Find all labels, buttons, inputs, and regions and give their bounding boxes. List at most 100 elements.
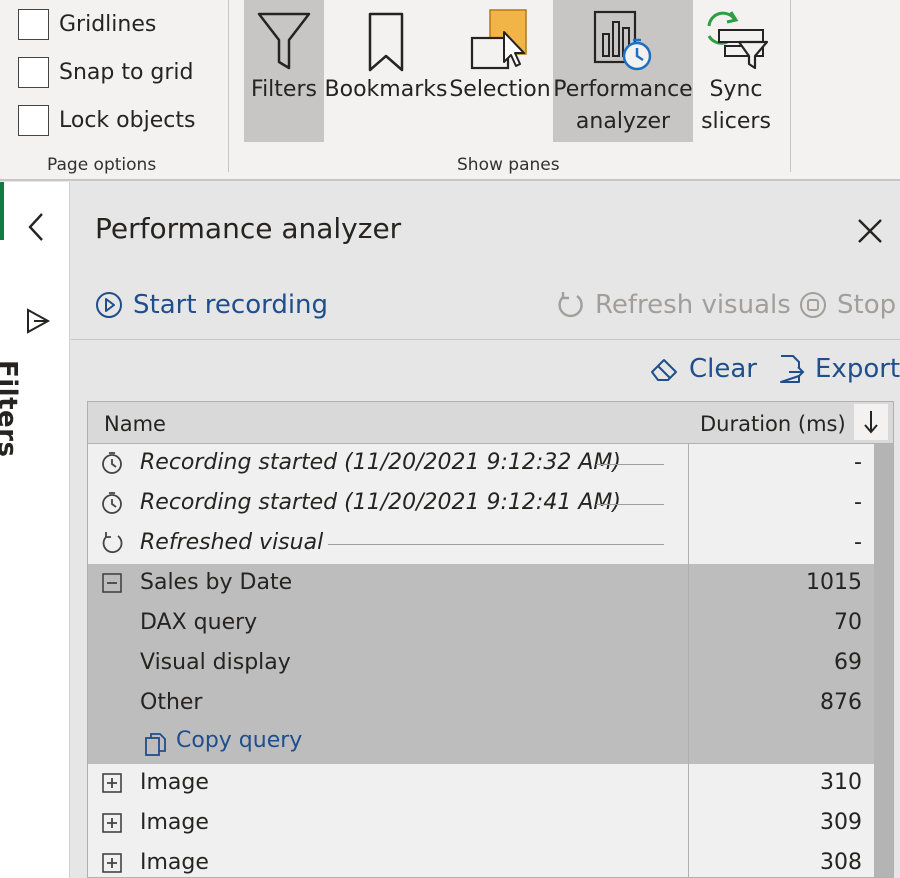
expand-box-icon[interactable] xyxy=(100,851,124,875)
performance-analyzer-icon xyxy=(593,10,652,71)
snap-to-grid-checkbox[interactable] xyxy=(18,56,49,88)
lock-objects-label: Lock objects xyxy=(59,107,196,133)
row-name: Image xyxy=(140,810,209,835)
start-recording-label: Start recording xyxy=(133,290,329,320)
table-subrow[interactable]: Other 876 xyxy=(88,684,874,724)
refresh-visuals-label: Refresh visuals xyxy=(595,290,791,320)
timer-icon xyxy=(102,492,122,514)
row-duration: 69 xyxy=(834,650,862,675)
snap-to-grid-checkbox-row[interactable]: Snap to grid xyxy=(18,55,194,89)
table-row[interactable]: Refreshed visual - xyxy=(88,524,874,564)
row-duration: - xyxy=(854,490,862,515)
column-separator xyxy=(688,444,689,877)
filter-icon xyxy=(257,12,311,70)
filters-rail-title[interactable]: Filters xyxy=(0,360,58,457)
filters-rail-filter-button[interactable] xyxy=(26,306,52,340)
export-label: Export xyxy=(815,354,900,384)
performance-analyzer-label-line1: Performance xyxy=(553,77,693,102)
play-circle-icon xyxy=(96,292,122,318)
stop-label: Stop xyxy=(837,290,897,320)
selection-pane-button[interactable]: Selection xyxy=(449,0,551,142)
row-name: Sales by Date xyxy=(140,570,293,595)
arrow-down-icon xyxy=(864,411,878,434)
expand-box-icon[interactable] xyxy=(100,771,124,795)
row-name: Visual display xyxy=(140,650,291,675)
column-header-duration[interactable]: Duration (ms) xyxy=(700,412,846,436)
clear-label: Clear xyxy=(689,354,757,384)
filters-rail xyxy=(0,182,70,878)
pane-title: Performance analyzer xyxy=(95,212,402,245)
copy-icon xyxy=(145,733,166,756)
chevron-left-icon xyxy=(28,213,43,241)
row-duration: 308 xyxy=(820,850,862,875)
sync-slicers-icon xyxy=(707,11,769,70)
timer-icon xyxy=(102,452,122,474)
bookmarks-pane-button[interactable]: Bookmarks xyxy=(324,0,448,142)
collapse-box-icon[interactable] xyxy=(100,571,124,595)
row-name: Refreshed visual xyxy=(140,530,324,555)
refresh-icon xyxy=(102,532,123,554)
row-name: Recording started (11/20/2021 9:12:32 AM… xyxy=(140,450,621,475)
filters-rail-expand-button[interactable] xyxy=(24,210,48,248)
export-icon xyxy=(780,355,805,383)
table-row[interactable]: Image 310 xyxy=(88,764,874,804)
pane-divider xyxy=(71,339,900,340)
export-button[interactable]: Export xyxy=(777,354,900,384)
table-header: Name Duration (ms) xyxy=(88,402,893,444)
filters-pane-button[interactable]: Filters xyxy=(244,0,324,142)
row-name: Recording started (11/20/2021 9:12:41 AM… xyxy=(140,490,621,515)
pane-close-button[interactable] xyxy=(857,218,883,248)
column-header-name[interactable]: Name xyxy=(104,412,166,436)
filters-pane-label: Filters xyxy=(251,77,317,102)
table-row[interactable]: Recording started (11/20/2021 9:12:32 AM… xyxy=(88,444,874,484)
copy-query-link[interactable]: Copy query xyxy=(88,724,874,764)
stop-button[interactable]: Stop xyxy=(799,290,896,320)
performance-analyzer-pane-button[interactable]: Performance analyzer xyxy=(553,0,693,142)
refresh-visuals-button[interactable]: Refresh visuals xyxy=(555,290,791,320)
vertical-scrollbar[interactable] xyxy=(874,444,893,877)
ribbon: Gridlines Snap to grid Lock objects Page… xyxy=(0,0,900,181)
row-duration: - xyxy=(854,450,862,475)
row-duration: 876 xyxy=(820,690,862,715)
row-duration: 309 xyxy=(820,810,862,835)
row-leader-line xyxy=(596,504,664,505)
clear-button[interactable]: Clear xyxy=(649,354,757,384)
row-name: DAX query xyxy=(140,610,258,635)
sort-button[interactable] xyxy=(854,404,888,440)
lock-objects-checkbox[interactable] xyxy=(18,104,49,136)
sync-slicers-label-line2: slicers xyxy=(701,109,771,134)
table-subrow[interactable]: Visual display 69 xyxy=(88,644,874,684)
ribbon-group-divider-right xyxy=(790,0,791,172)
eraser-icon xyxy=(651,359,677,381)
ribbon-group-divider xyxy=(228,0,229,172)
show-panes-group-label: Show panes xyxy=(457,155,560,175)
table-row[interactable]: Image 308 xyxy=(88,844,874,877)
row-leader-line xyxy=(596,464,664,465)
gridlines-checkbox-row[interactable]: Gridlines xyxy=(18,7,156,41)
row-name: Other xyxy=(140,690,203,715)
row-duration: - xyxy=(854,530,862,555)
refresh-icon xyxy=(558,292,583,318)
snap-to-grid-label: Snap to grid xyxy=(59,59,194,85)
row-duration: 1015 xyxy=(806,570,862,595)
close-icon xyxy=(858,219,882,243)
table-row[interactable]: Image 309 xyxy=(88,804,874,844)
expand-box-icon[interactable] xyxy=(100,811,124,835)
table-row-selected[interactable]: Sales by Date 1015 xyxy=(88,564,874,604)
bookmarks-pane-label: Bookmarks xyxy=(324,77,448,102)
start-recording-button[interactable]: Start recording xyxy=(95,290,328,320)
sync-slicers-pane-button[interactable]: Sync slicers xyxy=(696,0,776,142)
selection-icon xyxy=(470,9,527,70)
table-subrow[interactable]: DAX query 70 xyxy=(88,604,874,644)
row-leader-line xyxy=(328,544,664,545)
gridlines-checkbox[interactable] xyxy=(18,8,49,40)
copy-query-label: Copy query xyxy=(176,728,303,753)
performance-analyzer-label-line2: analyzer xyxy=(575,109,671,134)
sync-slicers-label-line1: Sync xyxy=(709,77,763,102)
selection-pane-label: Selection xyxy=(449,77,551,102)
gridlines-label: Gridlines xyxy=(59,11,157,37)
table-row[interactable]: Recording started (11/20/2021 9:12:41 AM… xyxy=(88,484,874,524)
stop-circle-icon xyxy=(800,292,826,318)
lock-objects-checkbox-row[interactable]: Lock objects xyxy=(18,103,195,137)
row-name: Image xyxy=(140,850,209,875)
